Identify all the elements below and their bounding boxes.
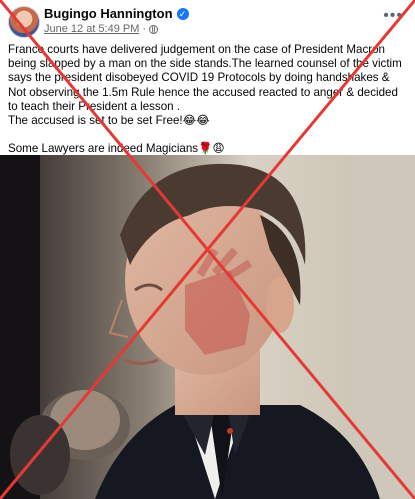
post-text: France courts have delivered judgement o… [8, 43, 410, 156]
meta-separator: · [142, 23, 147, 35]
post-timestamp[interactable]: June 12 at 5:49 PM [44, 23, 139, 35]
author-name[interactable]: Bugingo Hannington [44, 6, 173, 21]
globe-icon [149, 24, 159, 34]
author-row: Bugingo Hannington ✓ [44, 6, 189, 21]
post-text-paragraph: France courts have delivered judgement o… [8, 43, 402, 113]
more-options-icon[interactable]: ••• [383, 8, 403, 24]
post-photo[interactable] [0, 155, 415, 499]
post-meta: June 12 at 5:49 PM · [44, 23, 159, 35]
photo-illustration [0, 155, 415, 499]
avatar[interactable] [8, 6, 40, 38]
post-text-paragraph: The accused is set to be set Free!😂😂 [8, 114, 210, 128]
verified-icon: ✓ [176, 7, 189, 20]
post-header: Bugingo Hannington ✓ June 12 at 5:49 PM … [0, 0, 415, 40]
